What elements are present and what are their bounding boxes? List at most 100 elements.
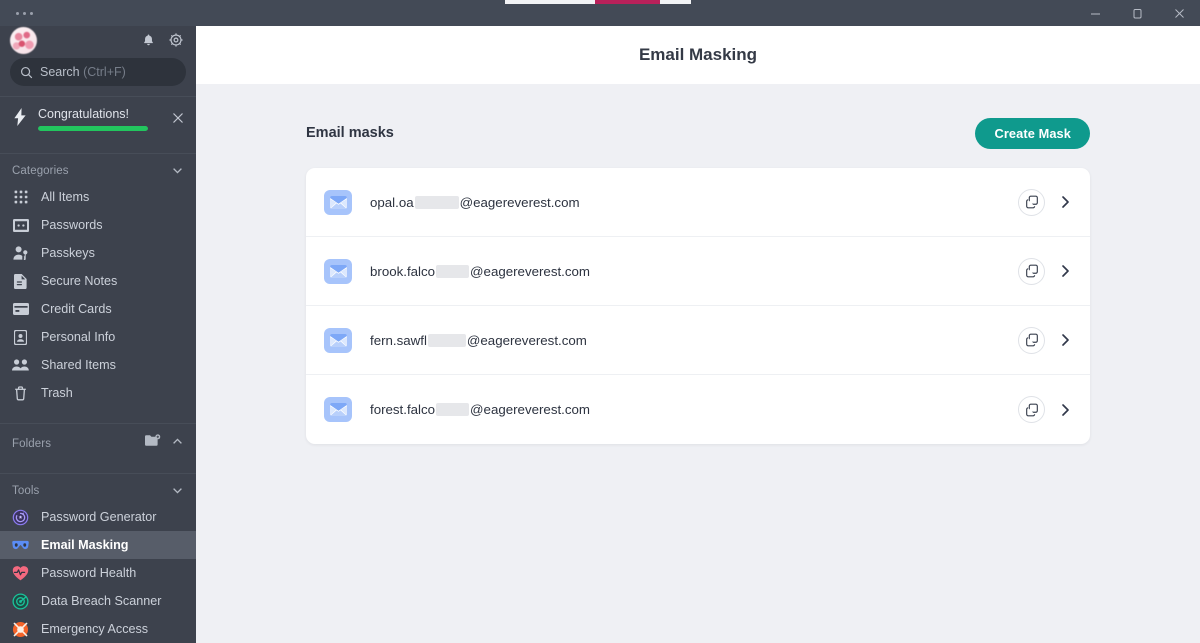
tools-label: Tools xyxy=(12,485,39,497)
tools-section-header[interactable]: Tools xyxy=(0,474,196,503)
grid-icon xyxy=(12,190,29,204)
congratulations-title: Congratulations! xyxy=(38,107,162,121)
email-mask-list: opal.oa@eagereverest.combrook.falco@eage… xyxy=(306,168,1090,444)
sidebar-item-label: Email Masking xyxy=(41,538,129,552)
email-domain: @eagereverest.com xyxy=(470,402,590,417)
folders-section-header[interactable]: Folders xyxy=(0,424,196,459)
email-prefix: fern.sawfl xyxy=(370,333,427,348)
categories-list: All Items Passwords Passkeys xyxy=(0,183,196,407)
close-icon[interactable] xyxy=(172,112,184,126)
tools-list: Password Generator Email Masking Passwor… xyxy=(0,503,196,643)
email-prefix: brook.falco xyxy=(370,264,435,279)
sidebar-item-passwords[interactable]: Passwords xyxy=(0,211,196,239)
window-controls xyxy=(1074,0,1200,26)
user-avatar[interactable] xyxy=(10,27,37,54)
congratulations-banner[interactable]: Congratulations! xyxy=(0,97,196,143)
onboarding-progress-bar xyxy=(38,126,148,131)
sidebar-item-label: Data Breach Scanner xyxy=(41,594,161,608)
id-card-icon xyxy=(12,330,29,345)
search-label: Search xyxy=(40,65,80,79)
categories-label: Categories xyxy=(12,165,69,177)
search-input[interactable]: Search (Ctrl+F) xyxy=(10,58,186,86)
tab-segment-1 xyxy=(595,0,660,4)
sidebar-item-label: Trash xyxy=(41,386,73,400)
tab-segment-0 xyxy=(505,0,595,4)
copy-icon[interactable] xyxy=(1018,258,1045,285)
page-title: Email Masking xyxy=(639,45,757,65)
sidebar-item-label: Password Health xyxy=(41,566,136,580)
bell-icon[interactable] xyxy=(141,33,156,48)
heart-pulse-icon xyxy=(12,565,29,581)
sidebar-item-email-masking[interactable]: Email Masking xyxy=(0,531,196,559)
email-prefix: forest.falco xyxy=(370,402,435,417)
email-domain: @eagereverest.com xyxy=(467,333,587,348)
sidebar-item-secure-notes[interactable]: Secure Notes xyxy=(0,267,196,295)
copy-icon[interactable] xyxy=(1018,327,1045,354)
main-content: Email Masking Email masks Create Mask op… xyxy=(196,26,1200,643)
sidebar-item-password-health[interactable]: Password Health xyxy=(0,559,196,587)
sidebar-header-icons xyxy=(141,32,184,48)
email-domain: @eagereverest.com xyxy=(460,195,580,210)
sidebar-item-label: Shared Items xyxy=(41,358,116,372)
row-actions xyxy=(1018,189,1070,216)
sidebar-item-personal-info[interactable]: Personal Info xyxy=(0,323,196,351)
redacted-segment xyxy=(436,403,469,416)
copy-icon[interactable] xyxy=(1018,189,1045,216)
search-hint: (Ctrl+F) xyxy=(83,65,126,79)
maximize-button[interactable] xyxy=(1116,0,1158,26)
create-mask-button[interactable]: Create Mask xyxy=(975,118,1090,149)
row-actions xyxy=(1018,396,1070,423)
chevron-right-icon[interactable] xyxy=(1061,403,1070,417)
email-mask-row[interactable]: brook.falco@eagereverest.com xyxy=(306,237,1090,306)
sidebar-item-all-items[interactable]: All Items xyxy=(0,183,196,211)
email-mask-address: fern.sawfl @eagereverest.com xyxy=(370,333,587,348)
sidebar-item-label: Secure Notes xyxy=(41,274,117,288)
search-icon xyxy=(20,66,33,79)
chevron-down-icon[interactable] xyxy=(171,164,184,177)
section-title: Email masks xyxy=(306,125,394,141)
sidebar-item-passkeys[interactable]: Passkeys xyxy=(0,239,196,267)
categories-section-header[interactable]: Categories xyxy=(0,154,196,183)
sidebar-item-data-breach-scanner[interactable]: Data Breach Scanner xyxy=(0,587,196,615)
add-folder-icon[interactable] xyxy=(145,434,161,453)
lifebuoy-icon xyxy=(12,621,29,638)
sidebar-item-label: All Items xyxy=(41,190,89,204)
people-icon xyxy=(12,359,29,371)
sidebar-item-emergency-access[interactable]: Emergency Access xyxy=(0,615,196,643)
chevron-up-icon[interactable] xyxy=(171,435,184,453)
envelope-icon xyxy=(324,328,352,353)
chevron-right-icon[interactable] xyxy=(1061,264,1070,278)
sidebar-item-trash[interactable]: Trash xyxy=(0,379,196,407)
folders-actions xyxy=(145,434,184,453)
folders-label: Folders xyxy=(12,438,51,450)
minimize-button[interactable] xyxy=(1074,0,1116,26)
sidebar-item-password-generator[interactable]: Password Generator xyxy=(0,503,196,531)
envelope-icon xyxy=(324,397,352,422)
chevron-right-icon[interactable] xyxy=(1061,333,1070,347)
email-mask-row[interactable]: forest.falco @eagereverest.com xyxy=(306,375,1090,444)
sidebar-item-label: Personal Info xyxy=(41,330,115,344)
close-button[interactable] xyxy=(1158,0,1200,26)
password-generator-icon xyxy=(12,509,29,526)
email-mask-row[interactable]: opal.oa @eagereverest.com xyxy=(306,168,1090,237)
email-mask-row[interactable]: fern.sawfl @eagereverest.com xyxy=(306,306,1090,375)
chevron-down-icon[interactable] xyxy=(171,484,184,497)
copy-icon[interactable] xyxy=(1018,396,1045,423)
sidebar-header xyxy=(0,26,196,54)
email-mask-address: brook.falco@eagereverest.com xyxy=(370,264,590,279)
sidebar-item-label: Passkeys xyxy=(41,246,95,260)
email-mask-address: opal.oa @eagereverest.com xyxy=(370,195,580,210)
gear-icon[interactable] xyxy=(168,32,184,48)
chevron-right-icon[interactable] xyxy=(1061,195,1070,209)
password-card-icon xyxy=(12,219,29,232)
sidebar-item-shared-items[interactable]: Shared Items xyxy=(0,351,196,379)
sidebar-item-credit-cards[interactable]: Credit Cards xyxy=(0,295,196,323)
overflow-menu-icon[interactable] xyxy=(16,12,33,15)
redacted-segment xyxy=(436,265,469,278)
redacted-segment xyxy=(415,196,459,209)
row-actions xyxy=(1018,258,1070,285)
passkey-person-icon xyxy=(12,246,29,260)
email-mask-icon xyxy=(12,539,29,551)
email-prefix: opal.oa xyxy=(370,195,414,210)
lightning-bolt-icon xyxy=(12,108,28,131)
